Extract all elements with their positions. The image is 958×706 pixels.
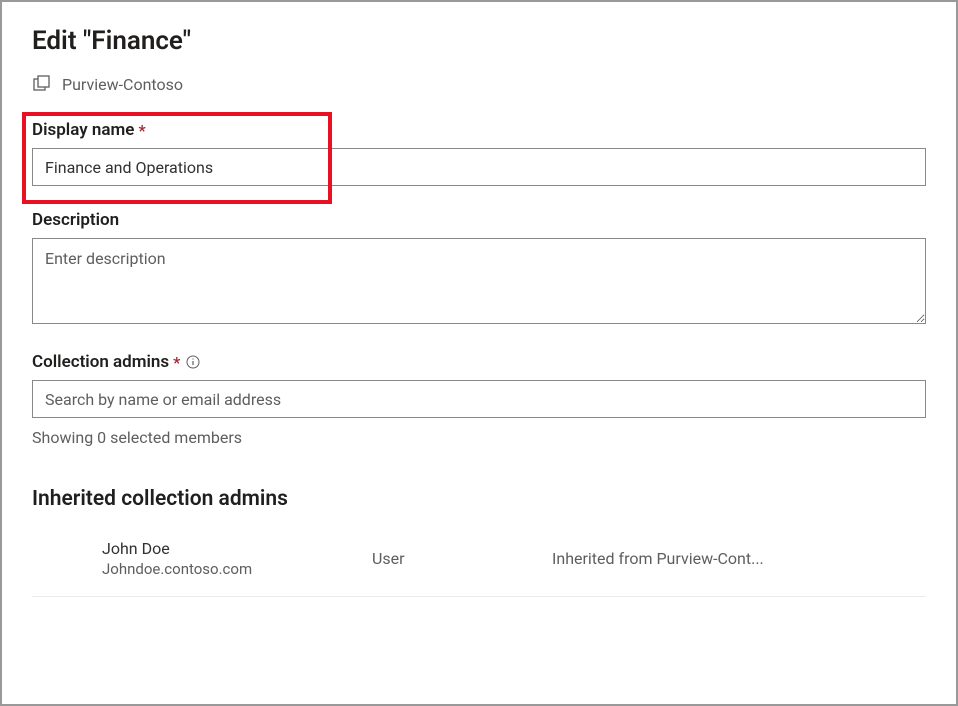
collection-admins-search-input[interactable]	[32, 380, 926, 418]
admin-name: John Doe	[102, 539, 372, 558]
admin-inherited-from: Inherited from Purview-Cont...	[552, 549, 926, 568]
breadcrumb: Purview-Contoso	[32, 74, 926, 94]
required-indicator: *	[173, 353, 180, 372]
inherited-admins-heading: Inherited collection admins	[32, 487, 926, 511]
required-indicator: *	[138, 121, 145, 140]
info-icon[interactable]	[186, 355, 200, 369]
description-label: Description	[32, 210, 926, 230]
collection-admins-helper: Showing 0 selected members	[32, 428, 926, 447]
description-input[interactable]	[32, 238, 926, 324]
breadcrumb-text: Purview-Contoso	[62, 75, 183, 94]
display-name-section: Display name *	[32, 120, 926, 186]
admin-email: Johndoe.contoso.com	[102, 560, 372, 578]
inherited-admin-row: John Doe Johndoe.contoso.com User Inheri…	[32, 531, 926, 597]
display-name-input[interactable]	[32, 148, 926, 186]
collection-admins-label: Collection admins *	[32, 352, 926, 372]
page-title: Edit "Finance"	[32, 26, 926, 56]
description-section: Description	[32, 210, 926, 328]
display-name-label: Display name *	[32, 120, 926, 140]
admin-name-column: John Doe Johndoe.contoso.com	[32, 539, 372, 578]
admin-type: User	[372, 549, 552, 568]
collection-icon	[32, 74, 52, 94]
collection-admins-section: Collection admins * Showing 0 selected m…	[32, 352, 926, 447]
